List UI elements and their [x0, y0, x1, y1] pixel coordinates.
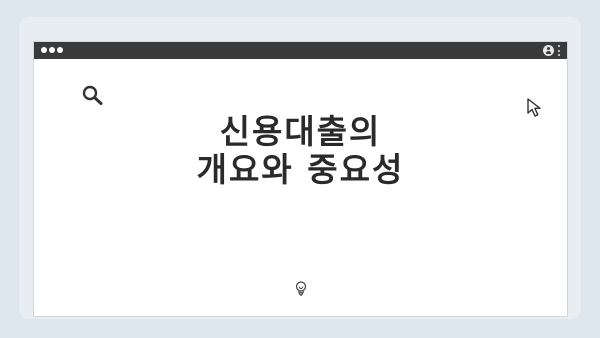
lightbulb-icon — [295, 281, 307, 296]
close-dot-icon[interactable] — [41, 47, 47, 53]
title-line-1: 신용대출의 — [219, 112, 382, 151]
page-title: 신용대출의 개요와 중요성 — [34, 113, 567, 189]
canvas: 신용대출의 개요와 중요성 — [0, 0, 600, 338]
search-icon — [82, 85, 103, 105]
kebab-menu-icon[interactable] — [558, 45, 561, 56]
minimize-dot-icon[interactable] — [49, 47, 55, 53]
titlebar-actions — [543, 44, 561, 57]
maximize-dot-icon[interactable] — [57, 47, 63, 53]
browser-titlebar — [34, 42, 567, 59]
user-icon[interactable] — [543, 45, 554, 56]
browser-window: 신용대출의 개요와 중요성 — [33, 41, 568, 317]
title-line-2: 개요와 중요성 — [196, 150, 405, 189]
